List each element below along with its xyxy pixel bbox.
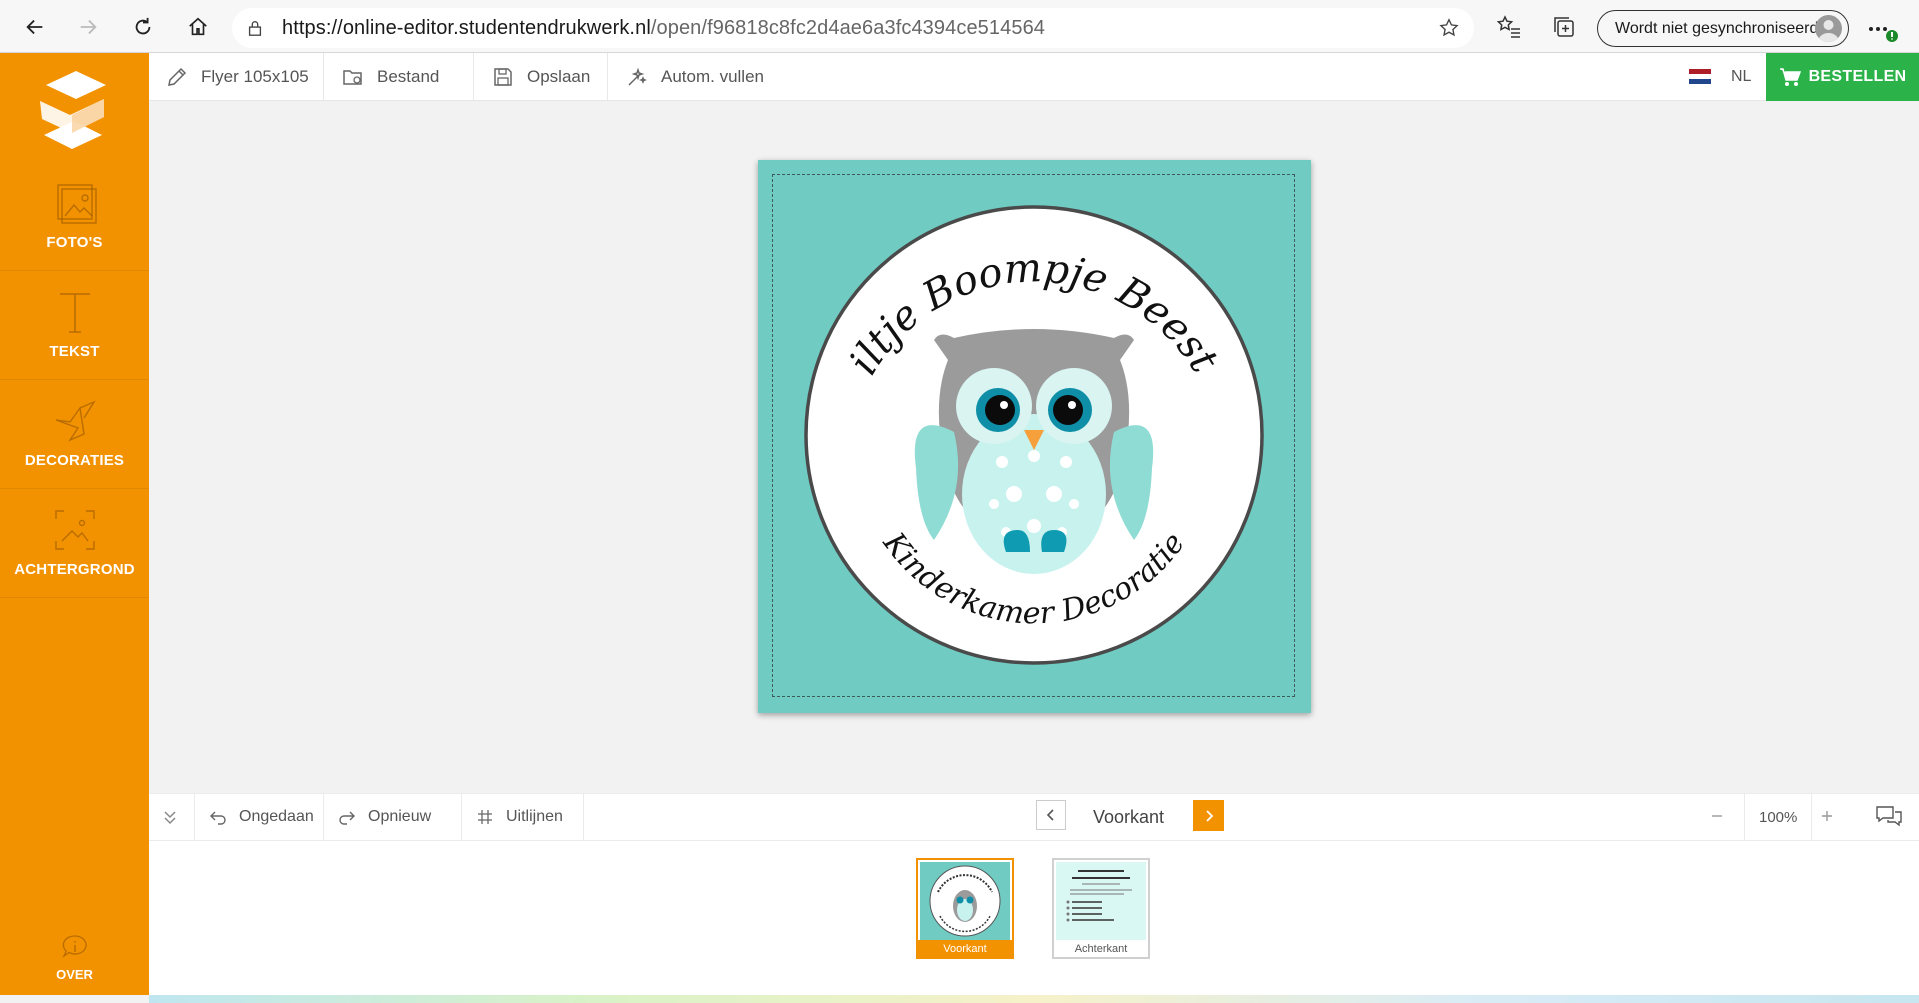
autofill-button[interactable]: Autom. vullen: [608, 53, 783, 100]
url-host: https://online-editor.studentendrukwerk.…: [282, 16, 651, 39]
back-button[interactable]: [16, 8, 54, 46]
grid-hash-icon: [478, 810, 492, 824]
thumbnail-label: Achterkant: [1074, 942, 1128, 955]
zoom-level: 100%: [1744, 794, 1813, 840]
bottom-toolbar: Ongedaan Opnieuw Uitlijnen Voorkant 100%: [149, 793, 1919, 841]
save-label: Opslaan: [527, 66, 591, 86]
redo-icon: [339, 811, 355, 825]
language-label: NL: [1731, 67, 1752, 85]
browser-toolbar: https://online-editor.studentendrukwerk.…: [0, 0, 1919, 53]
file-menu-label: Bestand: [377, 66, 440, 86]
bottom-gradient-strip: [149, 995, 1919, 1003]
back-arrow-icon: [26, 19, 43, 35]
bleed-guide: [772, 174, 1295, 697]
chevron-left-icon: [1046, 809, 1054, 821]
thumbnail-label: Voorkant: [918, 940, 1012, 957]
chevron-right-icon: [1205, 809, 1213, 822]
refresh-button[interactable]: [124, 8, 162, 46]
sidebar-item-decorations[interactable]: DECORATIES: [0, 380, 149, 489]
order-button[interactable]: BESTELLEN: [1766, 53, 1919, 101]
lock-icon: [248, 21, 262, 36]
zoom-out-icon[interactable]: [1705, 804, 1729, 828]
sidebar-item-photos[interactable]: FOTO'S: [0, 162, 149, 271]
autofill-label: Autom. vullen: [661, 66, 764, 86]
studentendrukwerk-logo-icon[interactable]: [38, 71, 108, 151]
zoom-in-icon[interactable]: [1815, 804, 1839, 828]
photos-icon: [56, 184, 97, 224]
sidebar-item-label: TEKST: [49, 343, 100, 360]
favorites-list-icon[interactable]: [1496, 14, 1522, 40]
sidebar-item-about[interactable]: OVER: [0, 933, 149, 993]
sidebar-item-label: ACHTERGROND: [14, 561, 135, 578]
folder-settings-icon: [343, 69, 362, 85]
save-button[interactable]: Opslaan: [474, 53, 608, 100]
sidebar-item-label: FOTO'S: [46, 234, 103, 251]
pencil-icon: [168, 67, 187, 86]
address-bar[interactable]: https://online-editor.studentendrukwerk.…: [232, 8, 1474, 48]
origami-bird-icon: [55, 400, 96, 442]
redo-label: Opnieuw: [368, 808, 432, 825]
design-canvas[interactable]: Uiltje Boompje Beestje Kinderkamer Decor…: [758, 160, 1311, 713]
background-icon: [54, 510, 95, 550]
next-page-button[interactable]: [1193, 800, 1224, 831]
product-format-label: Flyer 105x105: [201, 66, 309, 86]
forward-button[interactable]: [69, 8, 107, 46]
sidebar-item-label: DECORATIES: [24, 452, 125, 469]
url-path: /open/f96818c8fc2d4ae6a3fc4394ce514564: [650, 16, 1046, 39]
url-text: https://online-editor.studentendrukwerk.…: [282, 17, 1045, 40]
refresh-icon: [135, 17, 151, 35]
product-format-button[interactable]: Flyer 105x105: [149, 53, 324, 100]
left-sidebar: FOTO'S TEKST DECORATIES ACHTERGROND OVER: [0, 53, 149, 995]
page-thumbnails: Voorkant Achterkant: [149, 841, 1919, 995]
avatar: [1815, 15, 1842, 42]
editor-toolbar: Flyer 105x105 Bestand Opslaan Autom. vul…: [149, 53, 1919, 101]
back-thumbnail-image: [1056, 862, 1146, 940]
redo-button[interactable]: Opnieuw: [324, 794, 462, 840]
file-menu-button[interactable]: Bestand: [324, 53, 474, 100]
collapse-chevrons-icon[interactable]: [159, 806, 181, 828]
undo-label: Ongedaan: [239, 808, 314, 825]
previous-page-button[interactable]: [1036, 800, 1066, 830]
sync-status-label: Wordt niet gesynchroniseerd: [1615, 19, 1819, 37]
page-thumbnail-back[interactable]: Achterkant: [1052, 858, 1150, 959]
sidebar-item-label: OVER: [56, 967, 93, 982]
netherlands-flag-icon: [1689, 69, 1711, 84]
sidebar-item-text[interactable]: TEKST: [0, 271, 149, 380]
home-icon: [189, 17, 207, 36]
user-avatar-icon: [1818, 20, 1839, 42]
page-thumbnail-front[interactable]: Voorkant: [916, 858, 1014, 959]
align-button[interactable]: Uitlijnen: [462, 794, 584, 840]
favorite-star-icon[interactable]: [1438, 17, 1460, 39]
text-icon: [59, 293, 90, 333]
front-thumbnail-image: [920, 862, 1010, 940]
forward-arrow-icon: [80, 19, 97, 35]
more-options-icon[interactable]: [1866, 14, 1900, 44]
align-label: Uitlijnen: [506, 808, 563, 825]
save-disk-icon: [494, 67, 512, 86]
undo-icon: [210, 811, 226, 825]
language-selector[interactable]: NL: [1689, 53, 1751, 100]
sidebar-item-background[interactable]: ACHTERGROND: [0, 489, 149, 598]
home-button[interactable]: [179, 8, 217, 46]
order-label: BESTELLEN: [1808, 68, 1907, 85]
undo-button[interactable]: Ongedaan: [194, 794, 324, 840]
current-page-name: Voorkant: [1093, 806, 1165, 827]
shopping-cart-icon: [1779, 68, 1801, 86]
collections-icon[interactable]: [1551, 14, 1577, 40]
magic-wand-icon: [628, 67, 647, 86]
chat-bubbles-icon[interactable]: [1874, 802, 1904, 832]
info-chat-icon: [61, 935, 87, 958]
profile-sync-button[interactable]: Wordt niet gesynchroniseerd: [1597, 10, 1849, 47]
